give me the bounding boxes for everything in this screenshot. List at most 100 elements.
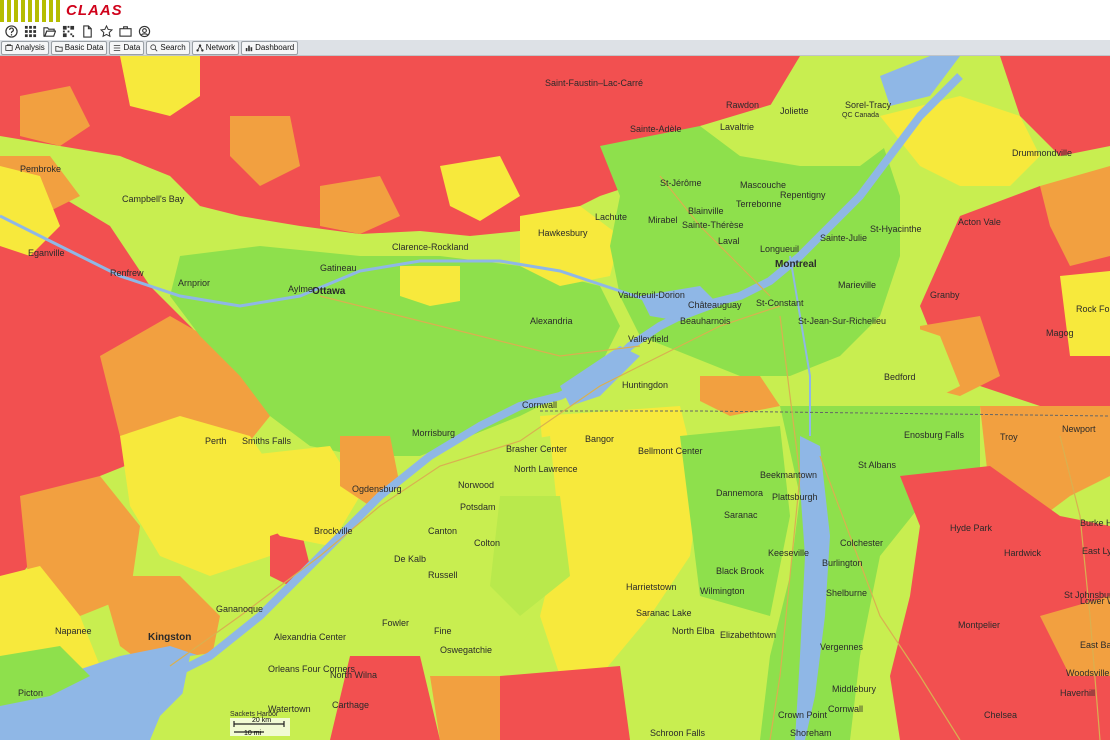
analysis-icon bbox=[5, 43, 13, 51]
label-lachute: Lachute bbox=[595, 212, 627, 222]
analysis-button[interactable]: Analysis bbox=[1, 40, 49, 55]
search-button[interactable]: Search bbox=[146, 40, 190, 55]
label-north-elba: North Elba bbox=[672, 626, 715, 636]
label-carthage: Carthage bbox=[332, 700, 369, 710]
label-norwood: Norwood bbox=[458, 480, 494, 490]
scale-km-label: 20 km bbox=[252, 717, 271, 724]
label-mirabel: Mirabel bbox=[648, 215, 678, 225]
label-magog: Magog bbox=[1046, 328, 1074, 338]
label-morrisburg: Morrisburg bbox=[412, 428, 455, 438]
main-nav: Analysis Basic Data Data Search Network … bbox=[0, 40, 1110, 56]
label-de-kalb: De Kalb bbox=[394, 554, 426, 564]
label-canton: Canton bbox=[428, 526, 457, 536]
dashboard-icon bbox=[245, 45, 253, 51]
label-renfrew: Renfrew bbox=[110, 268, 144, 278]
label-granby: Granby bbox=[930, 290, 960, 300]
label-montpelier: Montpelier bbox=[958, 620, 1000, 630]
label-east-lyndon: East Lyndon bbox=[1082, 546, 1110, 556]
label-st-jean: St-Jean-Sur-Richelieu bbox=[798, 316, 886, 326]
icon-toolbar bbox=[0, 22, 1110, 40]
label-dannemora: Dannemora bbox=[716, 488, 763, 498]
search-icon bbox=[150, 43, 158, 51]
network-button[interactable]: Network bbox=[191, 40, 240, 55]
label-gatineau: Gatineau bbox=[320, 263, 357, 273]
label-smiths-falls: Smiths Falls bbox=[242, 436, 292, 446]
help-icon[interactable] bbox=[3, 23, 19, 39]
heat-map[interactable]: Saint-Faustin–Lac-Carré Sainte-Adèle St-… bbox=[0, 56, 1110, 740]
data-button[interactable]: Data bbox=[109, 40, 145, 55]
label-pembroke: Pembroke bbox=[20, 164, 61, 174]
label-fine: Fine bbox=[434, 626, 452, 636]
label-russell: Russell bbox=[428, 570, 458, 580]
label-napanee: Napanee bbox=[55, 626, 92, 636]
label-laval: Laval bbox=[718, 236, 740, 246]
new-document-icon[interactable] bbox=[79, 23, 95, 39]
label-burlington: Burlington bbox=[822, 558, 863, 568]
label-clarence-rockland: Clarence-Rockland bbox=[392, 242, 469, 252]
label-eganville: Eganville bbox=[28, 248, 65, 258]
label-vergennes: Vergennes bbox=[820, 642, 864, 652]
label-lower-waterford: Lower Wa bbox=[1080, 596, 1110, 606]
scale-mi-label: 10 mi bbox=[244, 730, 262, 737]
label-joliette: Joliette bbox=[780, 106, 809, 116]
dashboard-button[interactable]: Dashboard bbox=[241, 40, 299, 55]
label-rawdon: Rawdon bbox=[726, 100, 759, 110]
label-huntingdon: Huntingdon bbox=[622, 380, 668, 390]
label-cornwall-vt: Cornwall bbox=[828, 704, 863, 714]
label-vaudreuil: Vaudreuil-Dorion bbox=[618, 290, 685, 300]
label-brasher-center: Brasher Center bbox=[506, 444, 567, 454]
label-bellmont-center: Bellmont Center bbox=[638, 446, 703, 456]
label-crown-point: Crown Point bbox=[778, 710, 828, 720]
label-gananoque: Gananoque bbox=[216, 604, 263, 614]
network-label: Network bbox=[205, 43, 236, 52]
basic-data-button[interactable]: Basic Data bbox=[50, 40, 108, 55]
label-bedford: Bedford bbox=[884, 372, 916, 382]
label-perth: Perth bbox=[205, 436, 227, 446]
label-arnprior: Arnprior bbox=[178, 278, 210, 288]
star-icon[interactable] bbox=[98, 23, 114, 39]
label-st-jerome: St-Jérôme bbox=[660, 178, 702, 188]
label-rock-forest: Rock Forest bbox=[1076, 304, 1110, 314]
label-marieville: Marieville bbox=[838, 280, 876, 290]
label-picton: Picton bbox=[18, 688, 43, 698]
label-bangor: Bangor bbox=[585, 434, 614, 444]
label-haverhill: Haverhill bbox=[1060, 688, 1095, 698]
label-hyde-park: Hyde Park bbox=[950, 523, 993, 533]
label-saranac-lake: Saranac Lake bbox=[636, 608, 692, 618]
label-chateauguay: Châteauguay bbox=[688, 300, 742, 310]
label-troy: Troy bbox=[1000, 432, 1018, 442]
map-canvas[interactable]: Saint-Faustin–Lac-Carré Sainte-Adèle St-… bbox=[0, 56, 1110, 740]
label-burke-hollow: Burke Hollow bbox=[1080, 518, 1110, 528]
label-wilmington: Wilmington bbox=[700, 586, 745, 596]
search-label: Search bbox=[160, 43, 186, 52]
label-fowler: Fowler bbox=[382, 618, 409, 628]
qr-code-icon[interactable] bbox=[60, 23, 76, 39]
label-campbells-bay: Campbell's Bay bbox=[122, 194, 185, 204]
label-colton: Colton bbox=[474, 538, 500, 548]
folder-open-icon[interactable] bbox=[41, 23, 57, 39]
label-alexandria: Alexandria bbox=[530, 316, 573, 326]
label-sainte-adele: Sainte-Adèle bbox=[630, 124, 682, 134]
settings-icon[interactable] bbox=[136, 23, 152, 39]
basic-data-label: Basic Data bbox=[64, 43, 104, 52]
data-icon bbox=[114, 44, 121, 51]
region-ny-south-red-2 bbox=[500, 666, 630, 740]
brand-bar: CLAAS bbox=[0, 0, 1110, 22]
label-colchester: Colchester bbox=[840, 538, 883, 548]
label-mascouche: Mascouche bbox=[740, 180, 786, 190]
label-st-hyacinthe: St-Hyacinthe bbox=[870, 224, 922, 234]
label-black-brook: Black Brook bbox=[716, 566, 765, 576]
label-elizabethtown: Elizabethtown bbox=[720, 630, 776, 640]
label-longueuil: Longueuil bbox=[760, 244, 799, 254]
grid-icon[interactable] bbox=[22, 23, 38, 39]
label-sorel-tracy: Sorel-Tracy bbox=[845, 100, 892, 110]
label-orleans-four-corners: Orleans Four Corners bbox=[268, 664, 356, 674]
label-cornwall: Cornwall bbox=[522, 400, 557, 410]
label-beauharnois: Beauharnois bbox=[680, 316, 731, 326]
label-oswegatchie: Oswegatchie bbox=[440, 645, 492, 655]
data-label: Data bbox=[123, 43, 141, 52]
briefcase-icon[interactable] bbox=[117, 23, 133, 39]
label-terrebonne: Terrebonne bbox=[736, 199, 782, 209]
label-valleyfield: Valleyfield bbox=[628, 334, 668, 344]
label-drummondville: Drummondville bbox=[1012, 148, 1072, 158]
